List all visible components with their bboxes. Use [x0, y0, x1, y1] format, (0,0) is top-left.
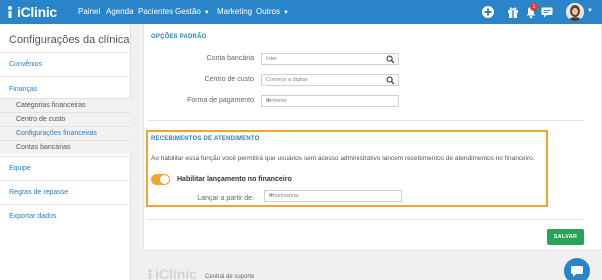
chat-icon[interactable] [540, 5, 554, 19]
enable-financial-launch-label: Habilitar lançamento no financeiro [177, 176, 292, 183]
section-divider [148, 120, 583, 121]
sidebar-item-label: Finanças [9, 86, 38, 93]
brand-logo[interactable]: iClinic [4, 3, 57, 21]
payment-method-select[interactable]: Dinheiro ▼ [261, 95, 399, 107]
actions-divider [148, 219, 583, 220]
avatar-chevron-down-icon[interactable]: ▼ [587, 8, 593, 14]
chat-bubble-icon [571, 266, 583, 277]
defaults-section-title: OPÇÕES PADRÃO [151, 34, 207, 40]
gift-icon[interactable] [506, 5, 520, 19]
enable-financial-launch-toggle[interactable] [151, 174, 170, 185]
support-link[interactable]: Central de suporte [205, 274, 254, 280]
footer-brand-name: iClinic [155, 266, 198, 280]
sidebar-item-financas[interactable]: Finanças [0, 76, 131, 98]
bank-account-field[interactable]: Inter [261, 53, 399, 65]
nav-agenda[interactable]: Agenda [106, 7, 134, 17]
nav-painel[interactable]: Painel [78, 7, 100, 17]
user-avatar[interactable] [566, 3, 584, 21]
cost-center-label: Centro de custo [204, 76, 254, 83]
launch-from-select[interactable]: Promissória ▼ [264, 190, 402, 202]
bank-account-value: Inter [266, 56, 278, 62]
nav-gestao[interactable]: Gestão ▼ [175, 7, 210, 18]
sidebar-subitem-configuracoes-financeiras[interactable]: Configurações financeiras [0, 126, 131, 140]
launch-from-label: Lançar a partir de: [197, 195, 254, 202]
sidebar-item-exportar-dados[interactable]: Exportar dados [0, 204, 131, 224]
search-icon [386, 55, 395, 64]
toggle-knob [160, 175, 169, 184]
chat-fab[interactable] [564, 258, 590, 280]
sidebar-subitem-contas-bancarias[interactable]: Contas bancárias [0, 140, 131, 154]
nav-marketing[interactable]: Marketing [217, 7, 252, 17]
sidebar-subitem-categorias-financeiras[interactable]: Categorias financeiras [0, 98, 131, 112]
nav-pacientes[interactable]: Pacientes [138, 7, 173, 17]
add-circle-icon[interactable] [481, 5, 495, 19]
brand-name: iClinic [17, 4, 57, 20]
nav-outros[interactable]: Outros ▼ [256, 7, 289, 18]
receipts-section-title: RECEBIMENTOS DE ATENDIMENTO [151, 136, 260, 142]
sidebar: Configurações da clínica Convênios Finan… [0, 24, 131, 280]
bank-account-label: Conta bancária [206, 55, 254, 62]
sidebar-title: Configurações da clínica [9, 34, 130, 46]
cost-center-placeholder: Comece a digitar [266, 77, 308, 83]
sidebar-item-label: Exportar dados [9, 213, 57, 220]
sidebar-item-regras-de-repasse[interactable]: Regras de repasse [0, 180, 131, 200]
sidebar-item-label: Equipe [9, 165, 31, 172]
top-navbar: iClinic Painel Agenda Pacientes Gestão ▼ … [0, 0, 602, 24]
chevron-down-icon: ▼ [266, 98, 271, 104]
sidebar-subitem-label: Contas bancárias [16, 144, 71, 151]
search-icon [386, 76, 395, 85]
receipts-description: Ao habilitar essa função você permitirá … [151, 155, 535, 162]
sidebar-item-equipe[interactable]: Equipe [0, 156, 131, 176]
sidebar-subitem-label: Categorias financeiras [16, 102, 86, 109]
sidebar-item-label: Convênios [9, 61, 43, 68]
chevron-down-icon: ▼ [203, 10, 210, 16]
sidebar-subitem-label: Centro de custo [16, 116, 66, 123]
save-button[interactable]: SALVAR [547, 229, 584, 245]
cost-center-field[interactable]: Comece a digitar [261, 74, 399, 86]
user-photo-icon [566, 3, 584, 21]
sidebar-item-label: Regras de repasse [9, 189, 69, 196]
iclinic-logo-icon [148, 269, 152, 279]
sidebar-subitem-label: Configurações financeiras [16, 130, 97, 137]
sidebar-item-convenios[interactable]: Convênios [0, 52, 131, 72]
notification-badge: 1 [530, 3, 538, 11]
chevron-down-icon: ▼ [283, 10, 289, 16]
payment-method-label: Forma de pagamento [187, 97, 254, 104]
footer-logo: iClinic [145, 266, 197, 280]
sidebar-subitem-centro-de-custo[interactable]: Centro de custo [0, 112, 131, 126]
chevron-down-icon: ▼ [269, 193, 274, 199]
iclinic-logo-icon [8, 6, 12, 18]
